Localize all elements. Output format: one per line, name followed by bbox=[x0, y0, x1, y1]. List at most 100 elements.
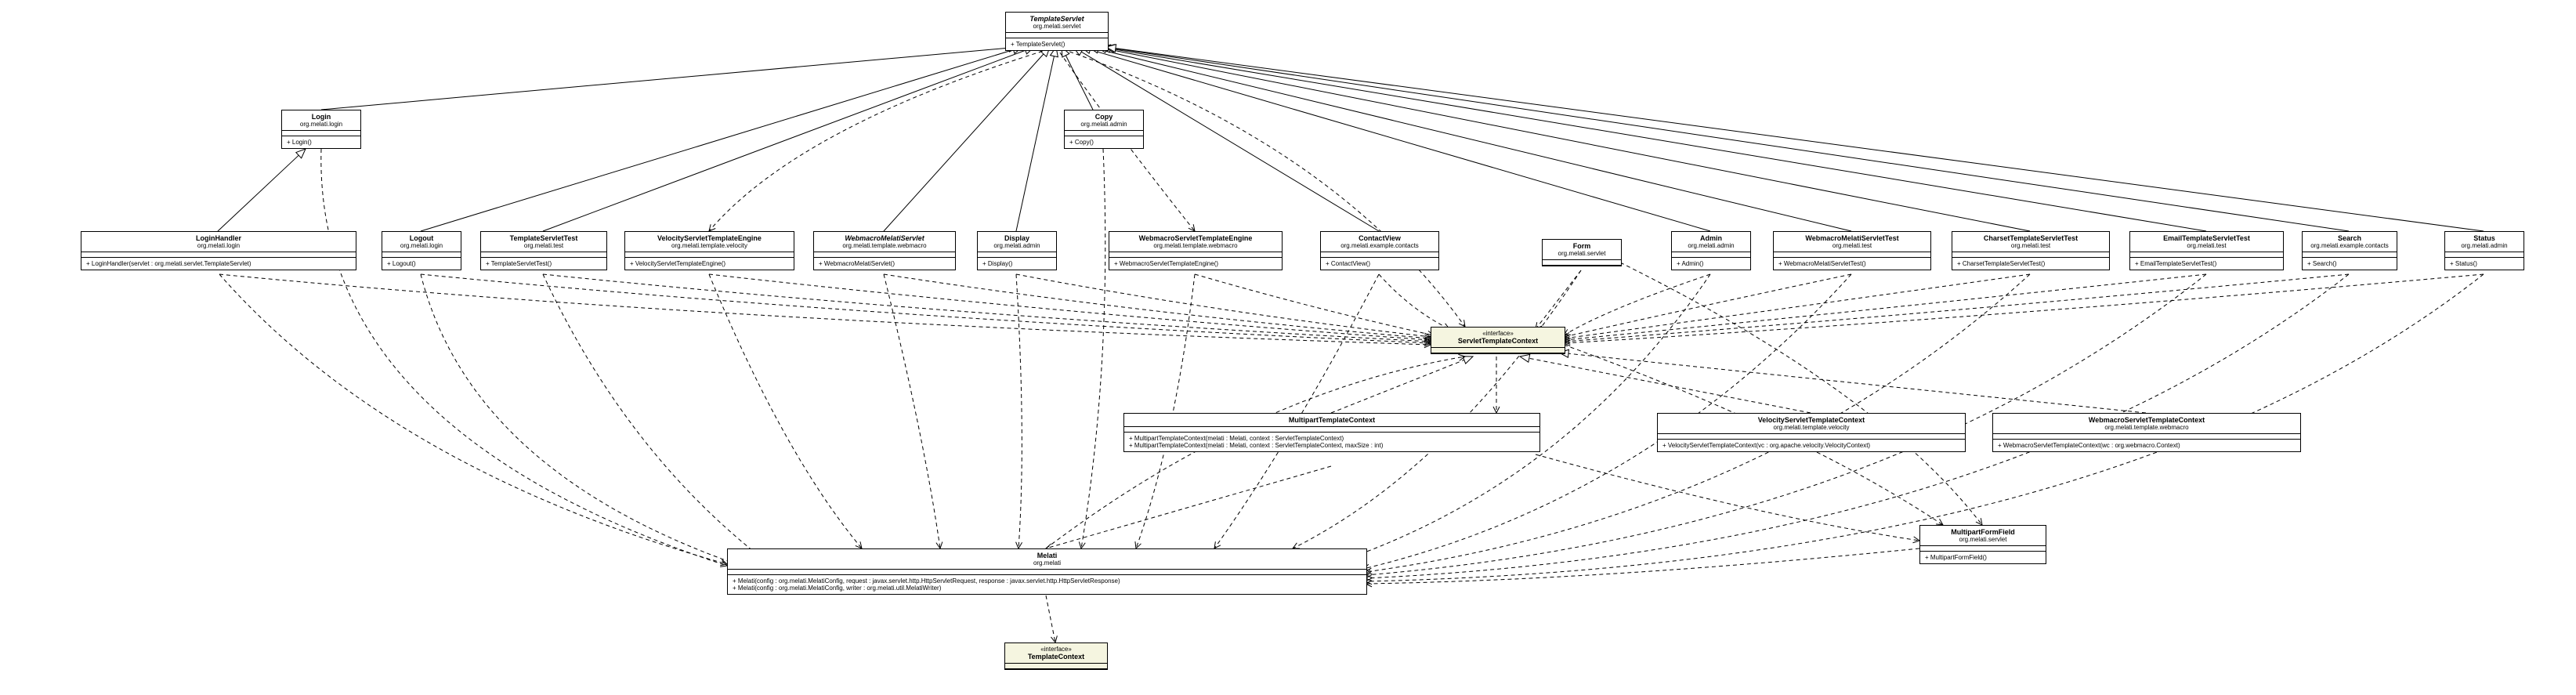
class-name: TemplateServlet bbox=[1011, 15, 1103, 23]
class-webmacroServletTemplateEngine: WebmacroServletTemplateEngineorg.melati.… bbox=[1109, 231, 1283, 270]
class-header: LoginHandlerorg.melati.login bbox=[81, 232, 356, 252]
class-logout: Logoutorg.melati.login + Logout() bbox=[382, 231, 461, 270]
class-header: CharsetTemplateServletTestorg.melati.tes… bbox=[1952, 232, 2109, 252]
class-servletTemplateContext: «interface»ServletTemplateContext bbox=[1431, 327, 1565, 354]
class-name: ContactView bbox=[1326, 234, 1434, 242]
operation: + CharsetTemplateServletTest() bbox=[1957, 260, 2104, 267]
class-attrs bbox=[1920, 546, 2046, 552]
class-operations: + TemplateServletTest() bbox=[481, 258, 606, 270]
class-package: org.melati.test bbox=[486, 242, 602, 249]
class-attrs bbox=[2445, 252, 2524, 258]
class-package: org.melati.admin bbox=[2450, 242, 2519, 249]
class-header: «interface»TemplateContext bbox=[1005, 643, 1107, 664]
class-name: TemplateContext bbox=[1010, 653, 1102, 661]
class-attrs bbox=[1543, 260, 1621, 266]
operation: + Admin() bbox=[1677, 260, 1746, 267]
class-melati: Melatiorg.melati + Melati(config : org.me… bbox=[727, 548, 1367, 595]
class-operations: + EmailTemplateServletTest() bbox=[2130, 258, 2283, 270]
class-package: org.melati.servlet bbox=[1925, 536, 2041, 543]
class-header: WebmacroMelatiServletorg.melati.template… bbox=[814, 232, 955, 252]
class-header: ContactVieworg.melati.example.contacts bbox=[1321, 232, 1438, 252]
class-header: Melatiorg.melati bbox=[728, 549, 1366, 570]
class-name: CharsetTemplateServletTest bbox=[1957, 234, 2104, 242]
class-webmacroMelatiServletTest: WebmacroMelatiServletTestorg.melati.test… bbox=[1773, 231, 1931, 270]
class-header: Displayorg.melati.admin bbox=[978, 232, 1056, 252]
class-package: org.melati.template.velocity bbox=[1662, 424, 1960, 431]
class-package: org.melati.test bbox=[1957, 242, 2104, 249]
class-name: VelocityServletTemplateContext bbox=[1662, 416, 1960, 424]
class-package: org.melati.test bbox=[1778, 242, 1926, 249]
stereotype: «interface» bbox=[1010, 646, 1102, 653]
class-operations: + Search() bbox=[2303, 258, 2397, 270]
class-package: org.melati.template.velocity bbox=[630, 242, 789, 249]
class-header: WebmacroMelatiServletTestorg.melati.test bbox=[1774, 232, 1930, 252]
class-operations: + Copy() bbox=[1065, 136, 1143, 148]
class-form: Formorg.melati.servlet bbox=[1542, 239, 1622, 266]
class-name: Logout bbox=[387, 234, 456, 242]
operation: + LoginHandler(servlet : org.melati.serv… bbox=[86, 260, 351, 267]
operation: + TemplateServletTest() bbox=[486, 260, 602, 267]
operation: + MultipartFormField() bbox=[1925, 554, 2041, 561]
class-attrs bbox=[1124, 427, 1539, 433]
class-package: org.melati.test bbox=[2135, 242, 2278, 249]
class-search: Searchorg.melati.example.contacts + Searc… bbox=[2302, 231, 2397, 270]
class-operations: + LoginHandler(servlet : org.melati.serv… bbox=[81, 258, 356, 270]
class-operations: + Melati(config : org.melati.MelatiConfi… bbox=[728, 575, 1366, 594]
operation: + Melati(config : org.melati.MelatiConfi… bbox=[733, 585, 1362, 592]
class-header: WebmacroServletTemplateContextorg.melati… bbox=[1993, 414, 2300, 434]
operation: + WebmacroServletTemplateContext(wc : or… bbox=[1998, 442, 2296, 449]
class-attrs bbox=[1065, 131, 1143, 136]
class-attrs bbox=[1321, 252, 1438, 258]
class-header: VelocityServletTemplateEngineorg.melati.… bbox=[625, 232, 794, 252]
class-package: org.melati.admin bbox=[1677, 242, 1746, 249]
class-webmacroServletTemplateContext: WebmacroServletTemplateContextorg.melati… bbox=[1992, 413, 2301, 452]
class-status: Statusorg.melati.admin+ Status() bbox=[2444, 231, 2524, 270]
class-package: org.melati.login bbox=[86, 242, 351, 249]
class-name: WebmacroServletTemplateContext bbox=[1998, 416, 2296, 424]
class-charsetTemplateServletTest: CharsetTemplateServletTestorg.melati.tes… bbox=[1952, 231, 2110, 270]
class-name: Admin bbox=[1677, 234, 1746, 242]
operation: + VelocityServletTemplateContext(vc : or… bbox=[1662, 442, 1960, 449]
class-package: org.melati.admin bbox=[982, 242, 1051, 249]
class-package: org.melati.template.webmacro bbox=[1998, 424, 2296, 431]
class-header: EmailTemplateServletTestorg.melati.test bbox=[2130, 232, 2283, 252]
operation: + WebmacroMelatiServlet() bbox=[819, 260, 950, 267]
operation: + Login() bbox=[287, 139, 356, 146]
class-attrs bbox=[2303, 252, 2397, 258]
class-name: EmailTemplateServletTest bbox=[2135, 234, 2278, 242]
class-attrs bbox=[1005, 664, 1107, 669]
operation: + Status() bbox=[2450, 260, 2519, 267]
class-name: Copy bbox=[1069, 113, 1138, 121]
class-loginHandler: LoginHandlerorg.melati.login + LoginHandl… bbox=[81, 231, 356, 270]
class-package: org.melati.login bbox=[287, 121, 356, 128]
class-name: TemplateServletTest bbox=[486, 234, 602, 242]
class-operations: + VelocityServletTemplateEngine() bbox=[625, 258, 794, 270]
class-name: Search bbox=[2307, 234, 2392, 242]
class-header: Loginorg.melati.login bbox=[282, 110, 360, 131]
class-attrs bbox=[2130, 252, 2283, 258]
class-header: MultipartTemplateContext bbox=[1124, 414, 1539, 427]
operation: + MultipartTemplateContext(melati : Mela… bbox=[1129, 435, 1535, 442]
class-operations: + Logout() bbox=[382, 258, 461, 270]
class-package: org.melati.login bbox=[387, 242, 456, 249]
class-name: WebmacroServletTemplateEngine bbox=[1114, 234, 1277, 242]
class-attrs bbox=[1658, 434, 1965, 440]
operation: + Melati(config : org.melati.MelatiConfi… bbox=[733, 577, 1362, 585]
class-name: Melati bbox=[733, 552, 1362, 559]
class-copy: Copyorg.melati.admin+ Copy() bbox=[1064, 110, 1144, 149]
class-attrs bbox=[1774, 252, 1930, 258]
class-header: Logoutorg.melati.login bbox=[382, 232, 461, 252]
class-package: org.melati.example.contacts bbox=[1326, 242, 1434, 249]
class-operations: + WebmacroMelatiServlet() bbox=[814, 258, 955, 270]
class-contactView: ContactVieworg.melati.example.contacts+ … bbox=[1320, 231, 1439, 270]
class-package: org.melati.template.webmacro bbox=[819, 242, 950, 249]
class-name: MultipartTemplateContext bbox=[1129, 416, 1535, 424]
class-attrs bbox=[1006, 33, 1108, 38]
class-package: org.melati.example.contacts bbox=[2307, 242, 2392, 249]
class-name: ServletTemplateContext bbox=[1436, 337, 1560, 345]
class-display: Displayorg.melati.admin + Display() bbox=[977, 231, 1057, 270]
class-operations: + Display() bbox=[978, 258, 1056, 270]
class-operations: + WebmacroServletTemplateContext(wc : or… bbox=[1993, 440, 2300, 451]
class-operations: + VelocityServletTemplateContext(vc : or… bbox=[1658, 440, 1965, 451]
class-header: Searchorg.melati.example.contacts bbox=[2303, 232, 2397, 252]
